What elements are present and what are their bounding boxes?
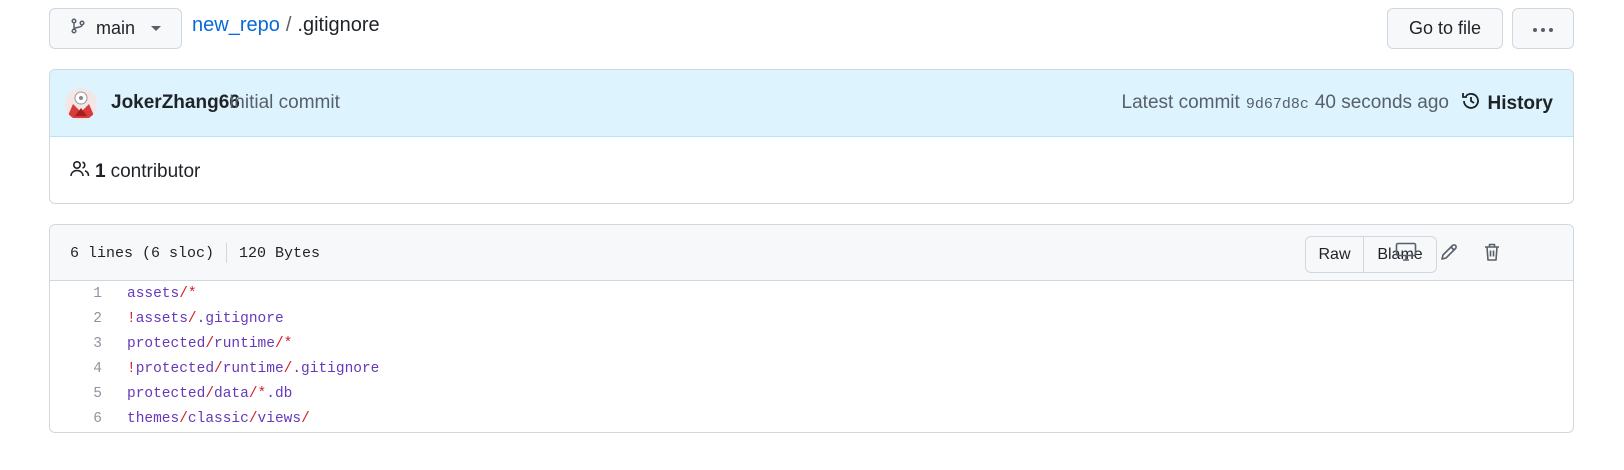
file-header: 6 lines (6 sloc) 120 Bytes Raw Blame (50, 225, 1573, 281)
commit-header: JokerZhang66 Initial commit Latest commi… (50, 70, 1573, 137)
avatar[interactable] (65, 88, 97, 120)
code-listing: 1 assets/* 2 !assets/.gitignore 3 protected/r… (50, 281, 1573, 431)
latest-commit-label: Latest commit (1121, 92, 1240, 113)
code-line: 4 !protected/runtime/.gitignore (50, 356, 1573, 381)
code-line: 1 assets/* (50, 281, 1573, 306)
contributor-label: contributor (110, 161, 201, 182)
code-line: 5 protected/data/*.db (50, 381, 1573, 406)
code-line: 2 !assets/.gitignore (50, 306, 1573, 331)
line-content: protected/runtime/* (127, 336, 293, 352)
breadcrumb-separator: / (285, 14, 292, 36)
commit-sha[interactable]: 9d67d8c (1246, 96, 1309, 113)
people-icon (70, 160, 90, 184)
desktop-icon[interactable] (1393, 239, 1419, 265)
contributors-summary[interactable]: 1 contributor (70, 160, 200, 184)
line-number[interactable]: 4 (50, 361, 102, 377)
file-size: 120 Bytes (239, 244, 321, 262)
line-number[interactable]: 5 (50, 386, 102, 402)
pencil-icon[interactable] (1436, 239, 1462, 265)
line-number[interactable]: 1 (50, 286, 102, 302)
contributor-count: 1 (95, 161, 106, 182)
latest-commit-info: Latest commit 9d67d8c 40 seconds ago (1122, 92, 1449, 114)
file-lines-info: 6 lines (6 sloc) (70, 244, 215, 262)
more-options-button[interactable] (1512, 8, 1574, 49)
branch-select-button[interactable]: main (49, 8, 182, 49)
breadcrumb: new_repo / .gitignore (192, 14, 380, 37)
line-content: !protected/runtime/.gitignore (127, 361, 380, 377)
commit-message[interactable]: Initial commit (229, 92, 340, 114)
history-icon (1460, 90, 1482, 118)
code-line: 3 protected/runtime/* (50, 331, 1573, 356)
line-content: !assets/.gitignore (127, 311, 284, 327)
file-info: 6 lines (6 sloc) 120 Bytes (70, 243, 320, 263)
line-number[interactable]: 3 (50, 336, 102, 352)
raw-button[interactable]: Raw (1306, 237, 1364, 272)
commit-time: 40 seconds ago (1314, 92, 1449, 113)
history-link[interactable]: History (1460, 90, 1553, 118)
file-name: .gitignore (297, 14, 380, 36)
branch-name: main (96, 18, 136, 38)
line-number[interactable]: 2 (50, 311, 102, 327)
code-line: 6 themes/classic/views/ (50, 406, 1573, 431)
line-content: protected/data/*.db (127, 386, 293, 402)
chevron-down-icon (151, 26, 162, 31)
kebab-horizontal-icon (1532, 20, 1554, 38)
latest-commit-box: JokerZhang66 Initial commit Latest commi… (49, 69, 1574, 204)
history-label: History (1487, 93, 1553, 114)
commit-author[interactable]: JokerZhang66 (111, 92, 240, 114)
line-content: themes/classic/views/ (127, 411, 310, 427)
line-number[interactable]: 6 (50, 411, 102, 427)
line-content: assets/* (127, 286, 197, 302)
trash-icon[interactable] (1479, 239, 1505, 265)
git-branch-icon (70, 18, 86, 39)
divider (226, 243, 228, 263)
file-viewer: 6 lines (6 sloc) 120 Bytes Raw Blame 1 as… (49, 224, 1574, 433)
repo-link[interactable]: new_repo (192, 14, 280, 37)
go-to-file-button[interactable]: Go to file (1387, 8, 1503, 49)
